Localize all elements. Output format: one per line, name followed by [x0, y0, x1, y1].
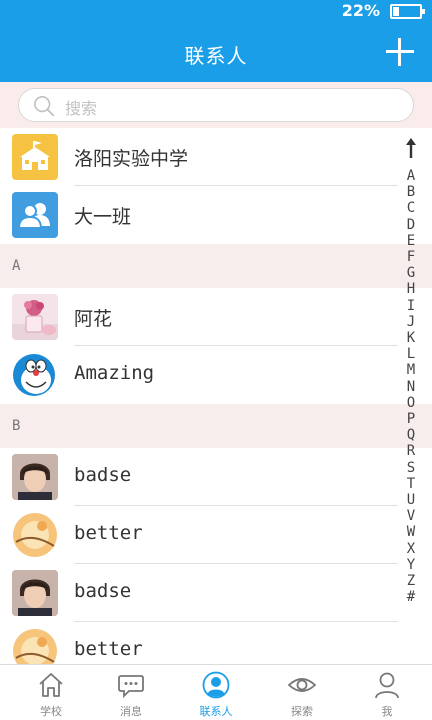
section-header-b: B [0, 404, 432, 448]
up-arrow-icon[interactable] [405, 138, 417, 158]
contact-row[interactable]: Amazing [0, 346, 398, 404]
search-bar: 搜索 [0, 82, 432, 128]
tab-label: 学校 [40, 705, 62, 718]
index-letter[interactable]: K [400, 330, 422, 346]
section-letter: A [12, 258, 21, 274]
tab-school[interactable]: 学校 [8, 665, 94, 720]
contact-avatar [12, 352, 58, 398]
battery-icon [390, 4, 425, 19]
index-letter[interactable]: F [400, 249, 422, 265]
index-letter[interactable]: H [400, 281, 422, 297]
group-row[interactable]: 大一班 [0, 186, 398, 244]
contact-name: better [74, 522, 143, 544]
contact-name: Amazing [74, 362, 155, 384]
contact-row[interactable]: 阿花 [0, 288, 398, 346]
contact-row[interactable]: better [0, 506, 398, 564]
contact-name: 阿花 [74, 308, 113, 330]
tab-label: 消息 [120, 705, 142, 718]
search-icon [34, 96, 55, 117]
tab-me[interactable]: 我 [344, 665, 430, 720]
section-header-a: A [0, 244, 432, 288]
index-letter[interactable]: X [400, 541, 422, 557]
index-letter[interactable]: R [400, 443, 422, 459]
contact-name: better [74, 638, 143, 660]
tab-explore[interactable]: 探索 [259, 665, 345, 720]
contact-avatar [12, 512, 58, 558]
index-letter[interactable]: P [400, 411, 422, 427]
index-letter[interactable]: I [400, 298, 422, 314]
search-placeholder: 搜索 [65, 99, 98, 118]
school-icon [12, 134, 58, 180]
index-letter[interactable]: L [400, 346, 422, 362]
index-letter[interactable]: G [400, 265, 422, 281]
index-letter[interactable]: B [400, 184, 422, 200]
index-letter[interactable]: N [400, 379, 422, 395]
user-icon [375, 672, 399, 699]
contact-avatar [12, 454, 58, 500]
index-letter[interactable]: V [400, 508, 422, 524]
page-title: 联系人 [184, 44, 248, 68]
group-name: 洛阳实验中学 [74, 148, 189, 170]
home-icon [39, 673, 63, 697]
contact-avatar [12, 294, 58, 340]
status-bar: 22% [0, 0, 432, 24]
contact-name: badse [74, 580, 132, 602]
contact-avatar [12, 570, 58, 616]
tab-label: 探索 [291, 705, 313, 718]
tab-contacts[interactable]: 联系人 [173, 665, 259, 720]
battery-percentage: 22% [341, 1, 380, 20]
contact-row[interactable]: badse [0, 564, 398, 622]
index-letter[interactable]: C [400, 200, 422, 216]
group-row[interactable]: 洛阳实验中学 [0, 128, 398, 186]
index-letter[interactable]: Z [400, 573, 422, 589]
index-letter[interactable]: Y [400, 557, 422, 573]
chat-icon [118, 675, 144, 699]
tab-label: 我 [381, 705, 393, 718]
bottom-tabbar: 学校 消息 联系人 探索 我 [0, 664, 432, 720]
index-letter[interactable]: S [400, 460, 422, 476]
index-letter[interactable]: # [400, 589, 422, 605]
section-letter: B [12, 418, 21, 434]
alphabet-index[interactable]: A B C D E F G H I J K L M N O P Q R S T U V W X Y Z # [400, 138, 422, 605]
add-contact-button[interactable] [386, 38, 414, 66]
index-letter[interactable]: U [400, 492, 422, 508]
index-letter[interactable]: D [400, 217, 422, 233]
header: 联系人 [0, 24, 432, 82]
index-letter[interactable]: E [400, 233, 422, 249]
index-letter[interactable]: A [400, 168, 422, 184]
eye-icon [288, 678, 316, 692]
index-letter[interactable]: T [400, 476, 422, 492]
index-letter[interactable]: Q [400, 427, 422, 443]
index-letter[interactable]: M [400, 362, 422, 378]
contact-icon [202, 671, 230, 699]
tab-label: 联系人 [199, 705, 233, 718]
group-name: 大一班 [74, 206, 132, 228]
search-input[interactable]: 搜索 [18, 88, 414, 122]
people-icon [12, 192, 58, 238]
index-letter[interactable]: J [400, 314, 422, 330]
index-letter[interactable]: O [400, 395, 422, 411]
index-letter[interactable]: W [400, 524, 422, 540]
contact-name: badse [74, 464, 132, 486]
contact-row[interactable]: badse [0, 448, 398, 506]
tab-messages[interactable]: 消息 [88, 665, 174, 720]
